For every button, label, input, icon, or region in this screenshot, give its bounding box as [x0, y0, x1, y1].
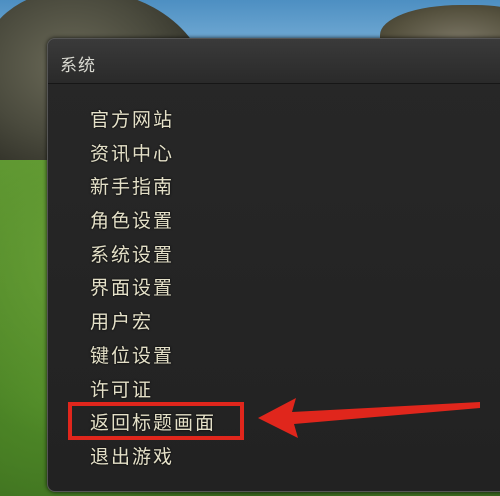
menu-item-license[interactable]: 许可证: [90, 373, 216, 407]
menu-item-character-settings[interactable]: 角色设置: [90, 204, 216, 238]
menu-item-official-website[interactable]: 官方网站: [90, 103, 216, 137]
menu-item-keybind-settings[interactable]: 键位设置: [90, 339, 216, 373]
menu-item-interface-settings[interactable]: 界面设置: [90, 271, 216, 305]
menu-item-news-center[interactable]: 资讯中心: [90, 137, 216, 171]
menu-title: 系统: [60, 56, 96, 76]
menu-item-exit-game[interactable]: 退出游戏: [90, 440, 216, 474]
menu-item-return-to-title[interactable]: 返回标题画面: [90, 406, 216, 440]
menu-list: 官方网站 资讯中心 新手指南 角色设置 系统设置 界面设置 用户宏 键位设置 许…: [90, 103, 216, 474]
menu-item-system-settings[interactable]: 系统设置: [90, 238, 216, 272]
system-menu-window: 系统 官方网站 资讯中心 新手指南 角色设置 系统设置 界面设置 用户宏 键位设…: [47, 38, 500, 492]
menu-item-beginner-guide[interactable]: 新手指南: [90, 170, 216, 204]
menu-titlebar: 系统: [48, 39, 500, 84]
menu-item-user-macros[interactable]: 用户宏: [90, 305, 216, 339]
